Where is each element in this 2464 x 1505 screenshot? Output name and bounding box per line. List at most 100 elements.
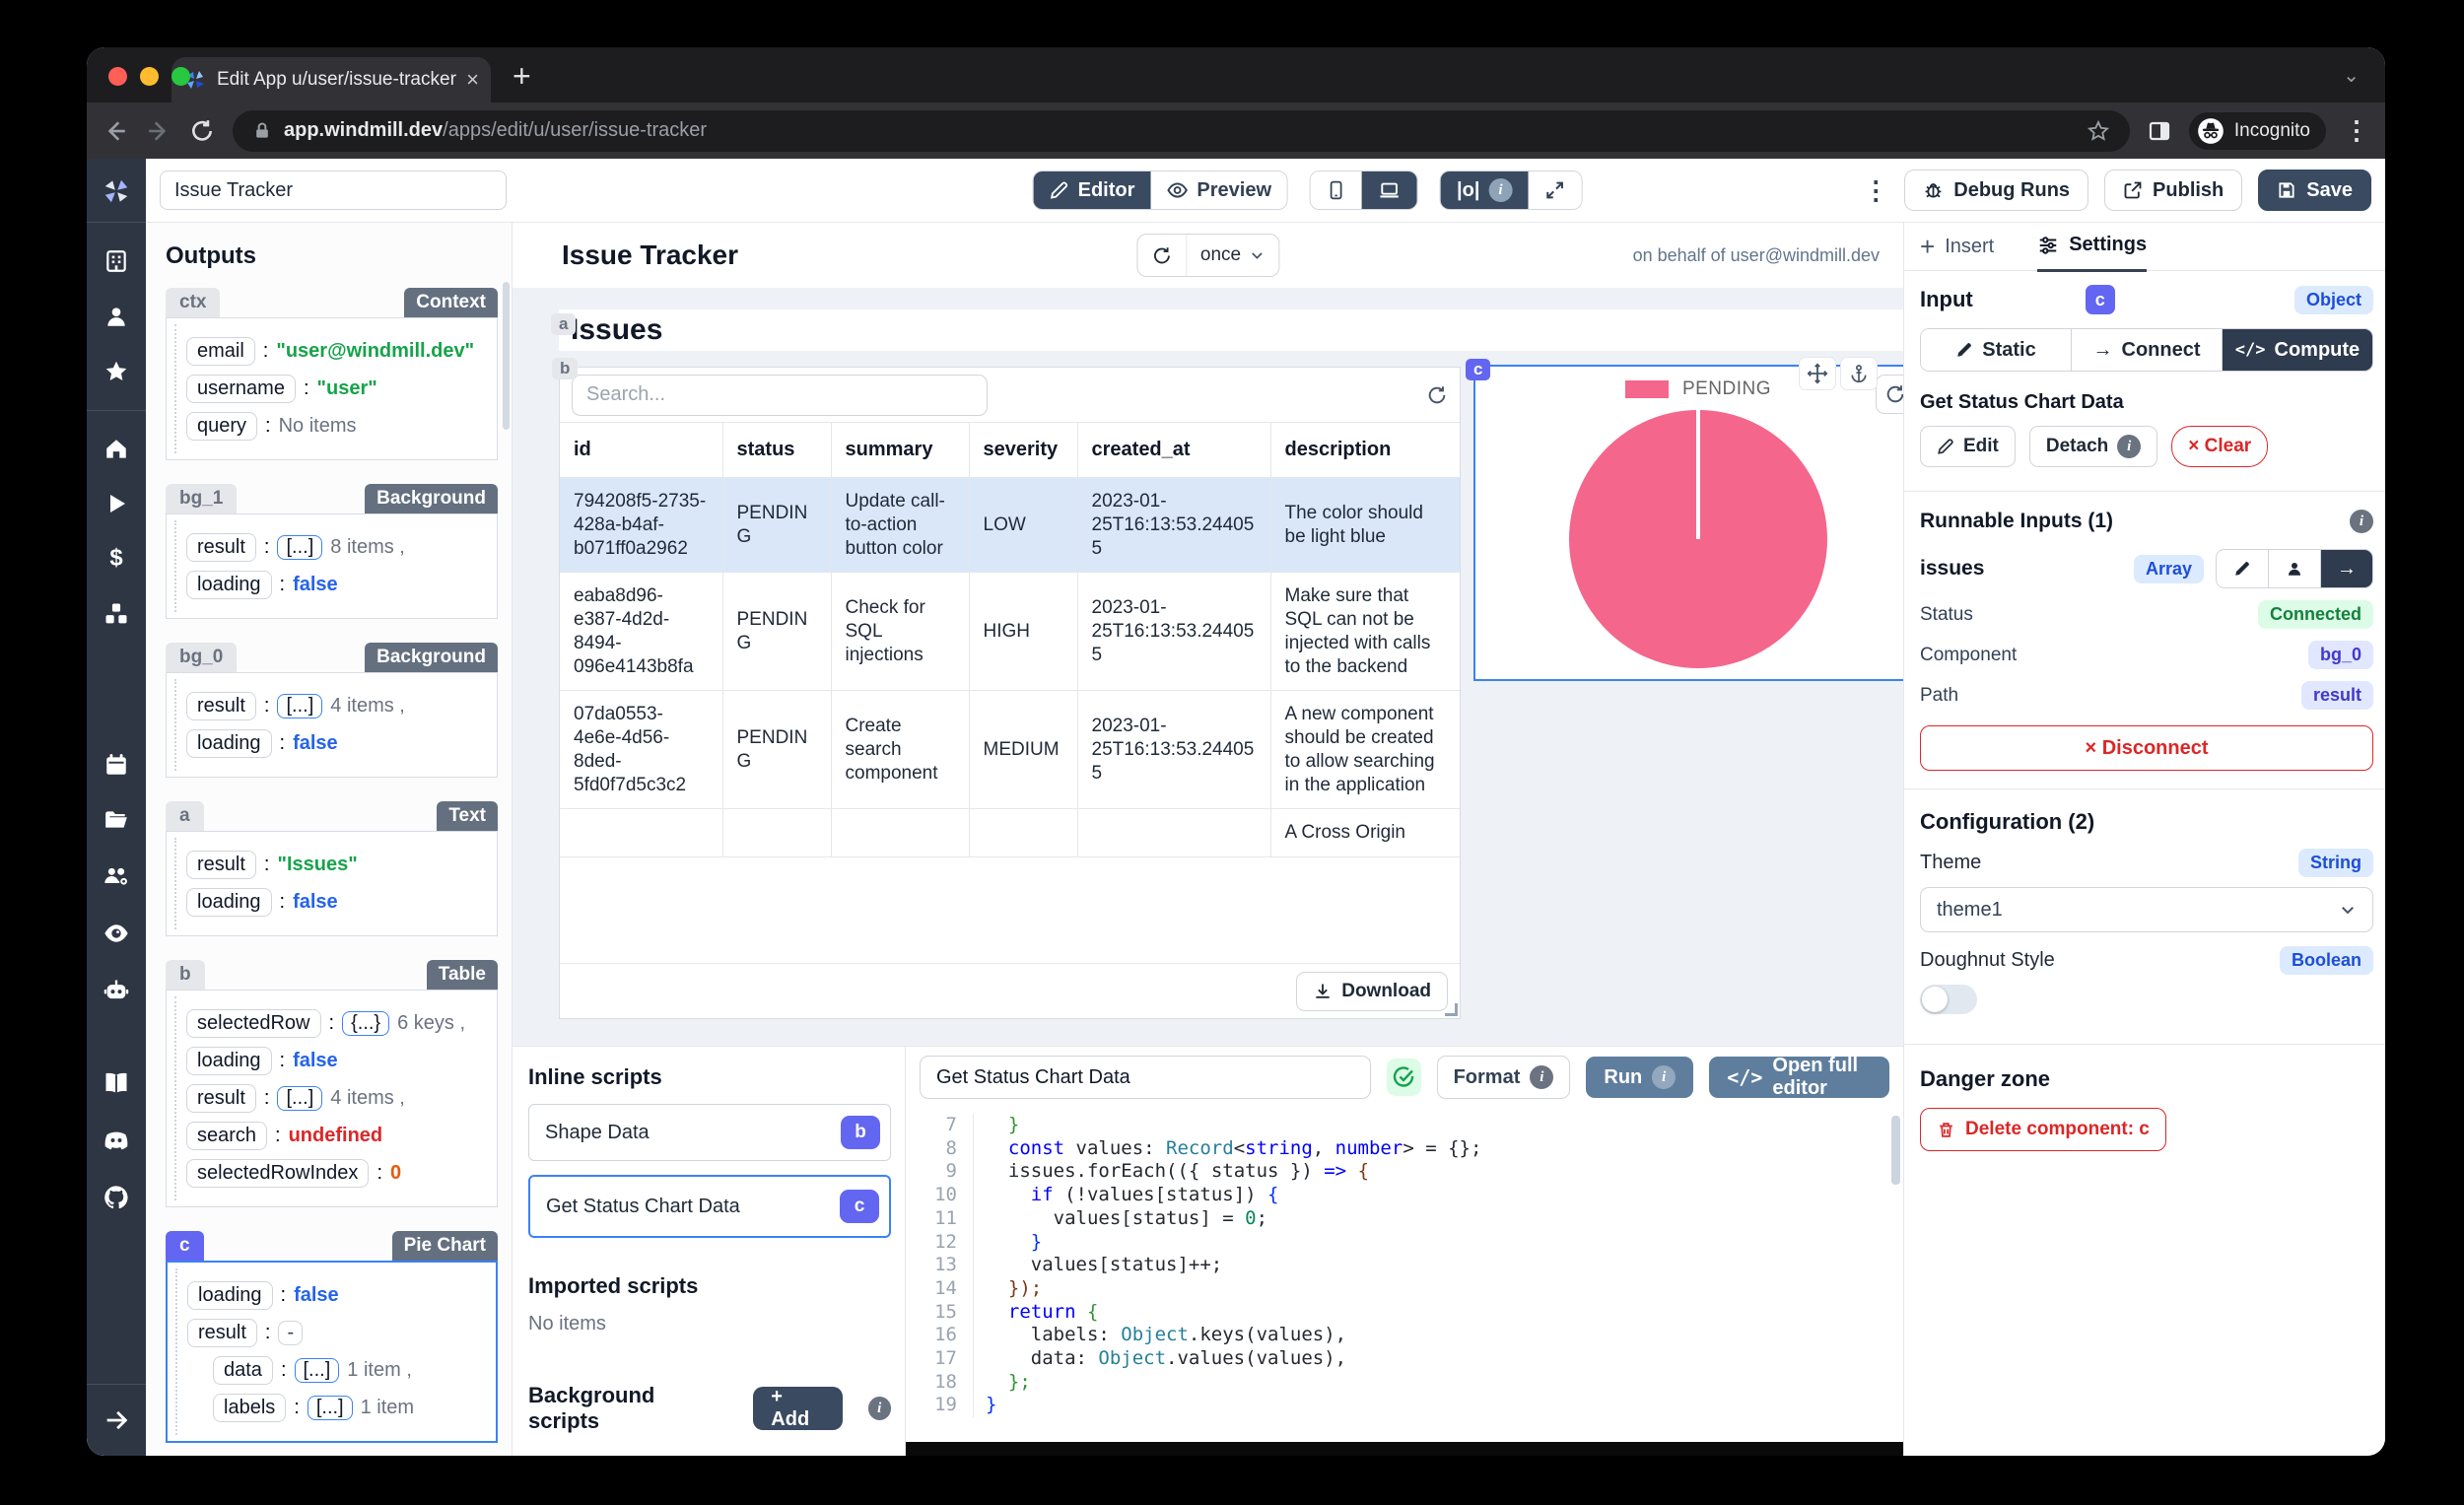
window-controls[interactable] <box>108 67 190 86</box>
address-bar[interactable]: app.windmill.dev/apps/edit/u/user/issue-… <box>233 110 2130 152</box>
runs-play-icon[interactable] <box>104 492 128 515</box>
output-row[interactable]: result:"Issues" <box>186 851 487 879</box>
add-background-script-button[interactable]: + Add <box>753 1387 842 1430</box>
output-row[interactable]: selectedRow:{...}6 keys , <box>186 1009 487 1038</box>
download-button[interactable]: Download <box>1296 972 1448 1011</box>
detach-button[interactable]: Detachi <box>2029 426 2157 467</box>
variables-dollar-icon[interactable]: $ <box>103 545 129 571</box>
output-row[interactable]: query:No items <box>186 412 487 441</box>
diff-view-button[interactable]: |o| i <box>1441 171 1528 209</box>
windmill-logo[interactable] <box>87 159 146 223</box>
output-section-c[interactable]: cPie Chartloading:falseresult:-data:[...… <box>166 1231 498 1443</box>
code-line[interactable]: 11 values[status] = 0; <box>906 1207 1903 1231</box>
ai-robot-icon[interactable] <box>103 977 130 1004</box>
forward-icon[interactable] <box>146 118 171 144</box>
refresh-mode-dropdown[interactable]: once <box>1187 235 1278 276</box>
debug-runs-button[interactable]: Debug Runs <box>1904 170 2088 211</box>
mode-connect-button[interactable]: → Connect <box>2071 329 2222 371</box>
schedules-calendar-icon[interactable] <box>103 752 129 778</box>
output-section-id[interactable]: c <box>166 1231 204 1261</box>
output-row[interactable]: result:- <box>187 1319 486 1347</box>
code-line[interactable]: 9 issues.forEach(({ status }) => { <box>906 1160 1903 1184</box>
output-section-id[interactable]: bg_1 <box>166 484 237 513</box>
output-section-bg_1[interactable]: bg_1Backgroundresult:[...]8 items ,loadi… <box>166 484 498 619</box>
code-line[interactable]: 16 labels: Object.keys(values), <box>906 1324 1903 1347</box>
audit-eye-icon[interactable] <box>103 920 130 947</box>
editor-scrollbar[interactable] <box>1891 1116 1900 1185</box>
publish-button[interactable]: Publish <box>2104 170 2242 211</box>
table-search-input[interactable]: Search... <box>572 375 988 416</box>
anchor-component-handle[interactable] <box>1840 357 1878 390</box>
table-component[interactable]: b Search... idstatussummaryseveritycreat… <box>559 367 1461 1019</box>
more-menu-icon[interactable]: ⋮ <box>1863 175 1888 206</box>
groups-icon[interactable] <box>103 862 130 890</box>
arg-connect-button[interactable]: → <box>2320 550 2372 587</box>
connected-path-badge[interactable]: result <box>2301 681 2373 710</box>
output-row[interactable]: loading:false <box>186 1047 487 1075</box>
table-row[interactable]: eaba8d96-e387-4d2d-8494-096e4143b8faPEND… <box>560 573 1460 691</box>
tab-insert[interactable]: + Insert <box>1920 223 1994 270</box>
theme-select[interactable]: theme1 <box>1920 887 2373 932</box>
folders-icon[interactable] <box>103 807 129 833</box>
output-section-ctx[interactable]: ctxContextemail:"user@windmill.dev"usern… <box>166 288 498 460</box>
code-line[interactable]: 7 } <box>906 1114 1903 1137</box>
mobile-view-button[interactable] <box>1311 171 1362 209</box>
script-name-input[interactable]: Get Status Chart Data <box>920 1056 1371 1099</box>
collapse-arrow-icon[interactable] <box>103 1406 130 1434</box>
output-row[interactable]: result:[...]4 items , <box>186 692 487 720</box>
component-id-badge-c[interactable]: c <box>1466 359 1490 380</box>
script-item-get-status-chart-data[interactable]: Get Status Chart Data c <box>528 1175 891 1238</box>
app-refresh-button[interactable] <box>1137 235 1187 276</box>
table-row[interactable]: 07da0553-4e6e-4d56-8ded-5fd0f7d5c3c2PEND… <box>560 691 1460 809</box>
tab-settings[interactable]: Settings <box>2037 223 2147 272</box>
pie-chart[interactable] <box>1569 410 1827 668</box>
save-button[interactable]: Save <box>2258 170 2371 211</box>
edit-script-button[interactable]: Edit <box>1920 426 2016 467</box>
code-line[interactable]: 10 if (!values[status]) { <box>906 1184 1903 1207</box>
code-line[interactable]: 13 values[status]++; <box>906 1254 1903 1277</box>
mode-static-button[interactable]: Static <box>1921 329 2071 371</box>
output-section-id[interactable]: a <box>166 801 204 831</box>
arg-user-button[interactable] <box>2268 550 2320 587</box>
table-row[interactable]: 794208f5-2735-428a-b4af-b071ff0a2962PEND… <box>560 478 1460 573</box>
run-button[interactable]: Runi <box>1586 1057 1693 1098</box>
output-row[interactable]: loading:false <box>186 888 487 917</box>
close-window-button[interactable] <box>108 67 127 86</box>
resize-handle[interactable] <box>1445 1003 1458 1016</box>
resources-cubes-icon[interactable] <box>103 600 130 628</box>
output-row[interactable]: search:undefined <box>186 1122 487 1150</box>
column-header-description[interactable]: description <box>1270 423 1460 478</box>
output-row[interactable]: loading:false <box>186 729 487 758</box>
output-row[interactable]: email:"user@windmill.dev" <box>186 337 487 366</box>
clear-button[interactable]: × Clear <box>2171 426 2268 467</box>
minimize-window-button[interactable] <box>140 67 159 86</box>
output-row[interactable]: loading:false <box>187 1281 486 1310</box>
reload-icon[interactable] <box>189 118 215 144</box>
output-row[interactable]: result:[...]8 items , <box>186 533 487 562</box>
discord-icon[interactable] <box>103 1127 130 1154</box>
output-section-id[interactable]: b <box>166 960 205 990</box>
chart-legend[interactable]: PENDING <box>1475 378 1903 400</box>
code-content[interactable]: 7 }8 const values: Record<string, number… <box>906 1108 1903 1456</box>
user-icon[interactable] <box>103 304 129 329</box>
text-component[interactable]: a Issues <box>559 309 1903 351</box>
output-row[interactable]: selectedRowIndex:0 <box>186 1159 487 1188</box>
code-line[interactable]: 12 } <box>906 1231 1903 1255</box>
info-icon[interactable]: i <box>2350 510 2373 533</box>
browser-menu-icon[interactable]: ⋮ <box>2344 115 2369 146</box>
component-id-badge-a[interactable]: a <box>551 313 576 335</box>
column-header-severity[interactable]: severity <box>969 423 1077 478</box>
doughnut-toggle[interactable] <box>1920 985 1977 1014</box>
column-header-status[interactable]: status <box>722 423 831 478</box>
tab-close-icon[interactable]: × <box>466 67 479 93</box>
output-section-b[interactable]: bTableselectedRow:{...}6 keys ,loading:f… <box>166 960 498 1207</box>
back-icon[interactable] <box>103 118 128 144</box>
output-section-bg_0[interactable]: bg_0Backgroundresult:[...]4 items ,loadi… <box>166 643 498 778</box>
new-tab-button[interactable]: + <box>513 58 531 95</box>
output-row[interactable]: loading:false <box>186 571 487 599</box>
column-header-created_at[interactable]: created_at <box>1077 423 1270 478</box>
table-refresh-icon[interactable] <box>1426 384 1448 406</box>
github-icon[interactable] <box>103 1184 130 1211</box>
output-section-id[interactable]: ctx <box>166 288 220 317</box>
fullscreen-button[interactable] <box>1528 171 1581 209</box>
